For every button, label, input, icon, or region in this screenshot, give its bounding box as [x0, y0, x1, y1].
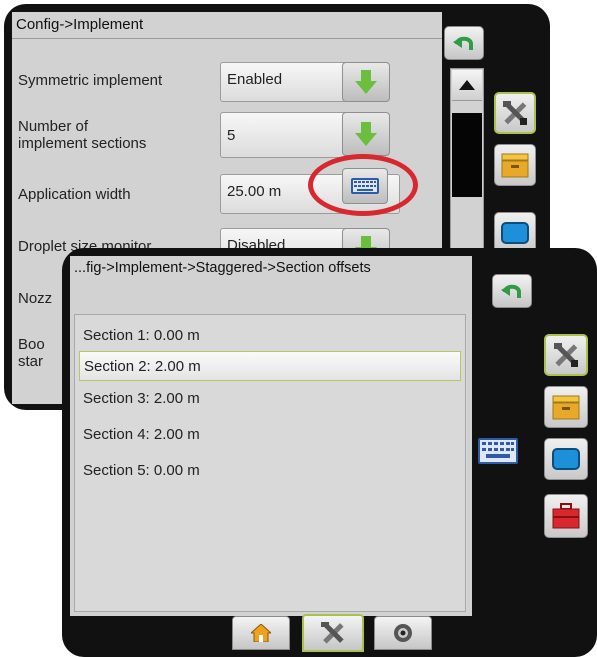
symmetric-implement-value[interactable]: Enabled: [220, 62, 350, 102]
tools-icon: [503, 101, 527, 125]
row-label-sections: Number of implement sections: [18, 118, 147, 152]
sections-dropdown-button[interactable]: [342, 112, 390, 156]
green-down-arrow-icon: [355, 122, 377, 146]
title-divider: [12, 38, 442, 39]
tools-tab-button[interactable]: [544, 334, 588, 376]
tools-icon: [321, 622, 344, 644]
list-item-selected[interactable]: Section 2: 2.00 m: [79, 351, 461, 381]
back-window-title: Config->Implement: [16, 16, 144, 33]
back-window-back-button[interactable]: [444, 26, 484, 60]
tools-tab[interactable]: [302, 614, 364, 652]
row-label-nozzle: Nozz: [18, 290, 53, 307]
tools-tab-button[interactable]: [494, 92, 536, 134]
front-window-back-button[interactable]: [492, 274, 532, 308]
highlight-ring: [308, 154, 418, 216]
toolbox-icon: [552, 503, 580, 529]
keyboard-icon: [478, 438, 518, 464]
list-item[interactable]: Section 5: 0.00 m: [79, 456, 461, 486]
scroll-thumb[interactable]: [452, 113, 482, 197]
gps-tab[interactable]: [374, 616, 432, 650]
keyboard-button[interactable]: [478, 438, 524, 472]
display-icon: [501, 222, 529, 244]
job-tray-icon: [501, 153, 529, 178]
scroll-up-button[interactable]: [452, 70, 482, 101]
green-down-arrow-icon: [355, 70, 377, 94]
tools-box-tab-button[interactable]: [544, 494, 588, 538]
front-window-title: ...fig->Implement->Staggered->Section of…: [74, 260, 371, 276]
symmetric-dropdown-button[interactable]: [342, 62, 390, 102]
tools-icon: [554, 343, 578, 367]
chevron-up-icon: [459, 80, 475, 90]
display-icon: [552, 448, 580, 470]
job-tray-icon: [552, 395, 580, 420]
list-item[interactable]: Section 1: 0.00 m: [79, 321, 461, 351]
row-label-boom: Boo star: [18, 336, 45, 370]
row-label-symmetric: Symmetric implement: [18, 72, 163, 89]
job-tab-button[interactable]: [494, 144, 536, 186]
row-label-width: Application width: [18, 186, 131, 203]
undo-arrow-icon: [453, 36, 473, 50]
list-item[interactable]: Section 3: 2.00 m: [79, 384, 461, 414]
home-tab[interactable]: [232, 616, 290, 650]
home-icon: [251, 624, 271, 642]
front-window-frame: ...fig->Implement->Staggered->Section of…: [62, 248, 597, 657]
section-offsets-list: Section 1: 0.00 m Section 2: 2.00 m Sect…: [74, 314, 466, 612]
display-tab-button[interactable]: [544, 438, 588, 480]
gps-icon: [394, 624, 412, 642]
job-tab-button[interactable]: [544, 386, 588, 428]
front-window-panel: ...fig->Implement->Staggered->Section of…: [70, 256, 472, 616]
number-of-sections-value[interactable]: 5: [220, 112, 350, 158]
list-item[interactable]: Section 4: 2.00 m: [79, 420, 461, 450]
undo-arrow-icon: [501, 284, 521, 298]
